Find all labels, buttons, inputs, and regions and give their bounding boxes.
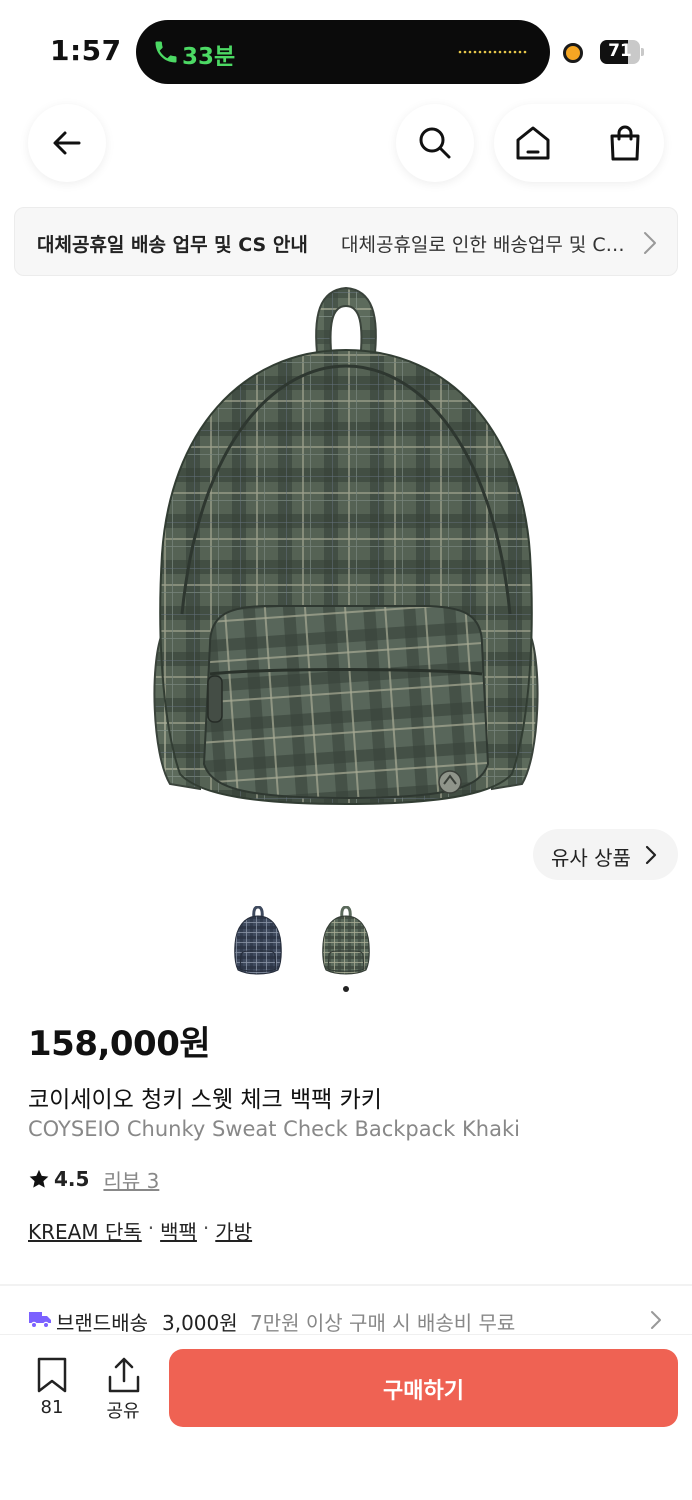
bookmark-button[interactable]: 81 [22, 1357, 82, 1427]
status-bar: 1:57 33분 71 [0, 0, 692, 96]
delivery-price: 3,000원 [162, 1311, 238, 1335]
share-icon [108, 1357, 140, 1393]
buy-button[interactable]: 구매하기 [169, 1349, 678, 1427]
chevron-right-icon [651, 1311, 661, 1329]
home-icon [516, 126, 550, 160]
similar-products-label: 유사 상품 [551, 846, 631, 870]
home-button[interactable] [494, 104, 572, 182]
buy-label: 구매하기 [383, 1379, 464, 1404]
battery-level: 71 [608, 41, 632, 61]
rating-row: 4.5 리뷰 3 [28, 1164, 159, 1194]
product-name-en: COYSEIO Chunky Sweat Check Backpack Khak… [28, 1117, 520, 1141]
share-label: 공유 [106, 1401, 140, 1422]
chevron-right-icon [644, 232, 656, 254]
search-button[interactable] [396, 104, 474, 182]
notice-title: 대체공휴일 배송 업무 및 CS 안내 [37, 234, 308, 256]
battery-icon: 71 [600, 40, 644, 64]
tag-bag[interactable]: 가방 [215, 1216, 252, 1245]
tag-separator: · [147, 1216, 155, 1240]
arrow-left-icon [53, 131, 81, 155]
chevron-right-icon [645, 845, 657, 865]
delivery-label: 브랜드배송 [56, 1311, 148, 1335]
selected-thumbnail-indicator [343, 986, 349, 992]
product-name-ko: 코이세이오 청키 스웻 체크 백팩 카키 [28, 1087, 382, 1113]
call-duration: 33분 [182, 44, 236, 70]
notice-text: 대체공휴일로 인한 배송업무 및 CS 업무 안내 [341, 234, 631, 256]
truck-icon [29, 1312, 51, 1328]
tag-backpack[interactable]: 백팩 [160, 1216, 197, 1245]
rating-value: 4.5 [54, 1167, 90, 1191]
similar-products-button[interactable]: 유사 상품 [533, 829, 678, 880]
nav-actions [494, 104, 664, 182]
star-icon [29, 1169, 49, 1188]
recording-indicator-icon [563, 43, 583, 63]
audio-wave-icon [458, 50, 527, 54]
product-price: 158,000원 [28, 1024, 211, 1064]
thumbnail-navy[interactable] [230, 906, 286, 976]
phone-icon [155, 41, 177, 63]
bottom-action-bar: 81 공유 구매하기 [0, 1334, 692, 1500]
cart-button[interactable] [586, 104, 664, 182]
share-button[interactable]: 공유 [93, 1357, 153, 1427]
product-image[interactable] [140, 284, 552, 808]
section-divider [0, 1284, 692, 1286]
tag-kream-exclusive[interactable]: KREAM 단독 [28, 1216, 142, 1245]
thumbnail-khaki[interactable] [318, 906, 374, 976]
back-button[interactable] [28, 104, 106, 182]
tag-separator: · [202, 1216, 210, 1240]
status-time: 1:57 [50, 34, 122, 67]
shopping-bag-icon [610, 125, 640, 161]
category-tags: KREAM 단독 · 백팩 · 가방 [28, 1216, 252, 1245]
dynamic-island[interactable]: 33분 [136, 20, 550, 84]
delivery-info-row[interactable]: 브랜드배송 3,000원 7만원 이상 구매 시 배송비 무료 [28, 1304, 678, 1336]
bookmark-count: 81 [40, 1397, 64, 1418]
notice-banner[interactable]: 대체공휴일 배송 업무 및 CS 안내 대체공휴일로 인한 배송업무 및 CS … [14, 207, 678, 276]
delivery-note: 7만원 이상 구매 시 배송비 무료 [250, 1311, 516, 1335]
search-icon [419, 127, 451, 159]
bookmark-icon [37, 1357, 67, 1393]
review-link[interactable]: 리뷰 3 [103, 1165, 159, 1194]
